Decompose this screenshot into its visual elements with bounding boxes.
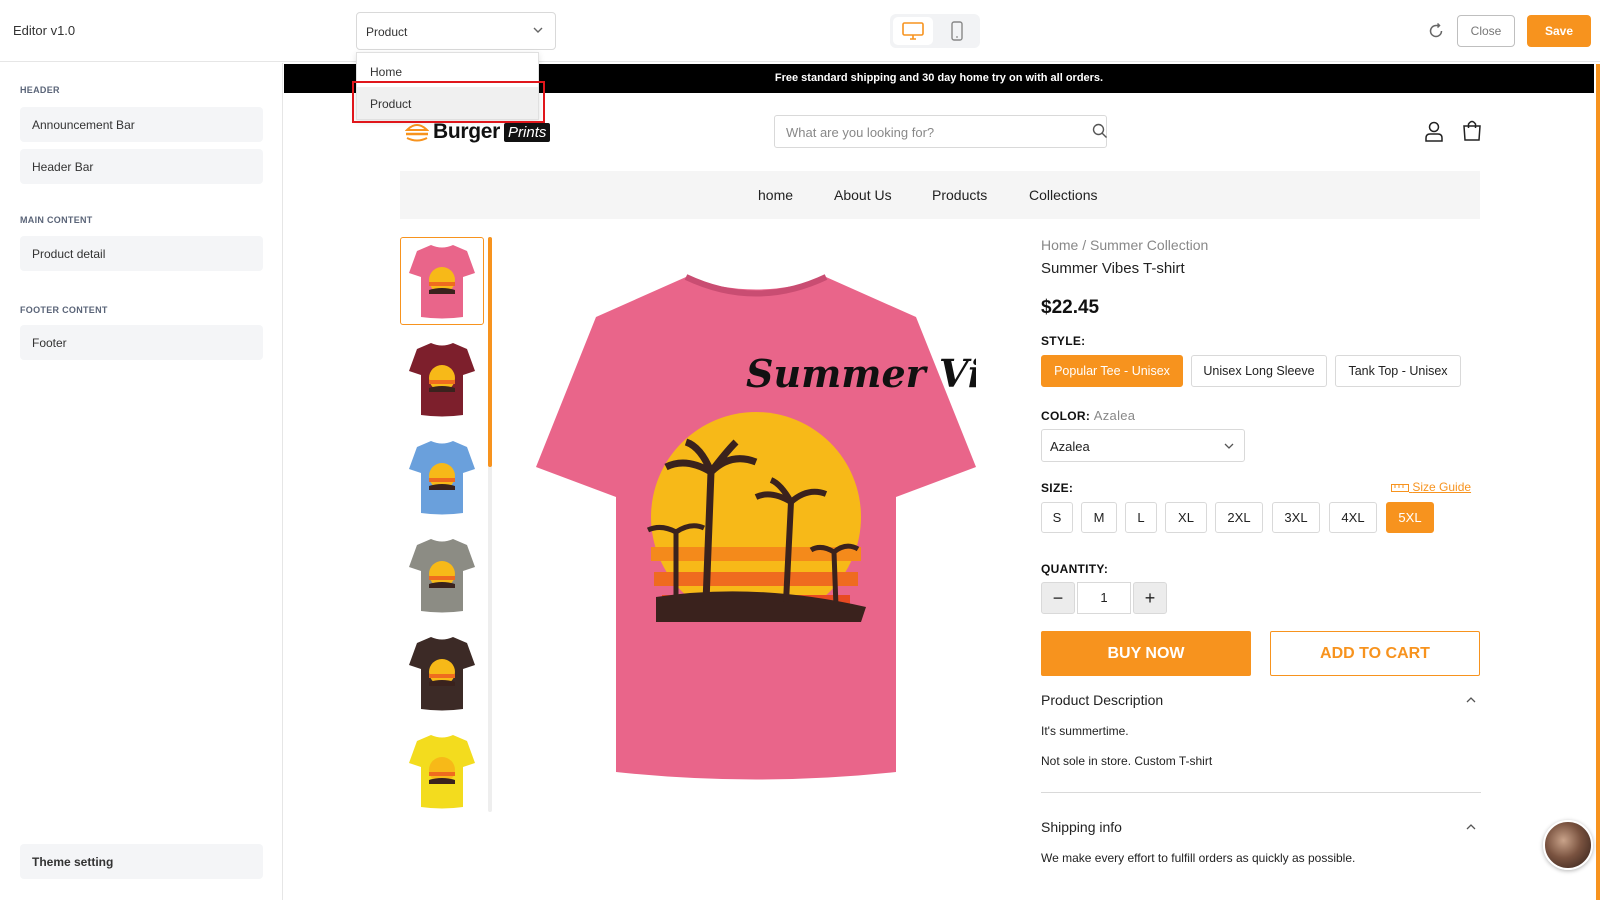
size-option-xl[interactable]: XL: [1165, 502, 1207, 533]
mobile-view-button[interactable]: [937, 17, 977, 45]
store-nav: home About Us Products Collections: [400, 171, 1480, 219]
logo-badge: Prints: [504, 122, 551, 142]
sidebar-item-product-detail[interactable]: Product detail: [20, 236, 263, 271]
refresh-icon: [1429, 22, 1443, 38]
product-thumbnail[interactable]: [400, 237, 484, 325]
product-thumbnail[interactable]: [400, 629, 484, 717]
nav-item-products[interactable]: Products: [932, 187, 987, 203]
color-label-text: COLOR:: [1041, 409, 1091, 423]
close-button[interactable]: Close: [1457, 15, 1515, 47]
tshirt-thumbnail-image: [409, 637, 475, 711]
description-line: Not sole in store. Custom T-shirt: [1041, 754, 1213, 768]
desktop-view-button[interactable]: [893, 17, 933, 45]
tshirt-thumbnail-image: [409, 343, 475, 417]
product-thumbnail[interactable]: [400, 335, 484, 423]
style-option-long-sleeve[interactable]: Unisex Long Sleeve: [1191, 355, 1327, 387]
size-option-l[interactable]: L: [1125, 502, 1157, 533]
canvas-scrollbar[interactable]: [1596, 64, 1600, 900]
buy-now-button[interactable]: BUY NOW: [1041, 631, 1251, 676]
store-search-input[interactable]: What are you looking for?: [774, 115, 1107, 148]
dropdown-option-home[interactable]: Home: [357, 55, 538, 87]
device-toggle: [890, 14, 980, 48]
burger-logo-icon: [405, 124, 429, 142]
quantity-decrement-button[interactable]: −: [1041, 582, 1075, 614]
nav-item-home[interactable]: home: [758, 187, 793, 203]
tshirt-thumbnail-image: [409, 441, 475, 515]
size-option-m[interactable]: M: [1081, 502, 1117, 533]
product-title: Summer Vibes T-shirt: [1041, 260, 1185, 277]
app-title: Editor v1.0: [13, 23, 76, 38]
tshirt-image: Summer Vibes: [536, 274, 976, 780]
logo-word: Burger: [433, 120, 501, 143]
store-logo[interactable]: Burger Prints: [405, 119, 551, 145]
chevron-down-icon: [533, 27, 543, 33]
size-option-3xl[interactable]: 3XL: [1272, 502, 1320, 533]
color-label: COLOR: Azalea: [1041, 408, 1135, 423]
product-main-image[interactable]: Summer Vibes: [518, 237, 994, 812]
mobile-icon: [951, 21, 963, 41]
thumbnail-scroll-thumb[interactable]: [488, 237, 492, 467]
page-dropdown-menu: Home Product: [356, 52, 539, 120]
shipping-info-toggle[interactable]: Shipping info: [1041, 819, 1122, 835]
section-label-main-content: MAIN CONTENT: [20, 215, 93, 225]
accordion-divider: [1041, 792, 1481, 793]
save-button[interactable]: Save: [1527, 15, 1591, 47]
nav-item-about-us[interactable]: About Us: [834, 187, 892, 203]
sidebar-item-header-bar[interactable]: Header Bar: [20, 149, 263, 184]
user-icon[interactable]: [1423, 120, 1445, 142]
section-label-header: HEADER: [20, 85, 60, 95]
preview-canvas: Free standard shipping and 30 day home t…: [284, 64, 1600, 900]
shirt-graphic-text: Summer Vibes: [746, 351, 976, 396]
nav-item-collections[interactable]: Collections: [1029, 187, 1097, 203]
product-description-toggle[interactable]: Product Description: [1041, 692, 1163, 708]
quantity-label: QUANTITY:: [1041, 562, 1109, 576]
chevron-down-icon: [1224, 443, 1234, 449]
style-option-popular-tee[interactable]: Popular Tee - Unisex: [1041, 355, 1183, 387]
dropdown-option-product[interactable]: Product: [357, 87, 538, 119]
size-option-4xl[interactable]: 4XL: [1329, 502, 1377, 533]
sidebar: HEADER Announcement Bar Header Bar MAIN …: [0, 63, 283, 900]
editor-topbar: Editor v1.0 Product Close Save: [0, 0, 1600, 62]
chat-avatar[interactable]: [1543, 820, 1593, 870]
size-option-5xl[interactable]: 5XL: [1386, 502, 1434, 533]
product-thumbnail[interactable]: [400, 433, 484, 521]
tshirt-thumbnail-image: [409, 735, 475, 809]
sidebar-item-theme-setting[interactable]: Theme setting: [20, 844, 263, 879]
style-option-tank-top[interactable]: Tank Top - Unisex: [1335, 355, 1461, 387]
color-select[interactable]: Azalea: [1041, 429, 1245, 462]
sidebar-item-footer[interactable]: Footer: [20, 325, 263, 360]
page-select-value: Product: [366, 25, 408, 39]
size-guide-link[interactable]: Size Guide: [1391, 480, 1471, 494]
quantity-input[interactable]: 1: [1077, 582, 1131, 614]
quantity-increment-button[interactable]: +: [1133, 582, 1167, 614]
chevron-up-icon[interactable]: [1465, 694, 1477, 706]
add-to-cart-button[interactable]: ADD TO CART: [1270, 631, 1480, 676]
breadcrumb[interactable]: Home / Summer Collection: [1041, 237, 1208, 253]
tshirt-thumbnail-image: [409, 245, 475, 319]
desktop-icon: [902, 22, 924, 40]
sidebar-item-announcement-bar[interactable]: Announcement Bar: [20, 107, 263, 142]
size-option-2xl[interactable]: 2XL: [1215, 502, 1263, 533]
page-select[interactable]: Product: [356, 12, 556, 50]
product-price: $22.45: [1041, 297, 1100, 318]
size-option-s[interactable]: S: [1041, 502, 1073, 533]
section-label-footer-content: FOOTER CONTENT: [20, 305, 108, 315]
product-thumbnail[interactable]: [400, 727, 484, 815]
cart-icon[interactable]: [1461, 119, 1483, 141]
shipping-info-text: We make every effort to fulfill orders a…: [1041, 851, 1356, 865]
color-select-value: Azalea: [1050, 439, 1090, 454]
chevron-up-icon[interactable]: [1465, 821, 1477, 833]
style-label: STYLE:: [1041, 334, 1086, 348]
product-thumbnail[interactable]: [400, 531, 484, 619]
tshirt-thumbnail-image: [409, 539, 475, 613]
color-value: Azalea: [1093, 408, 1136, 423]
ruler-icon: [1391, 483, 1409, 492]
size-label: SIZE:: [1041, 481, 1074, 495]
size-guide-text: Size Guide: [1412, 480, 1472, 494]
search-icon[interactable]: [1092, 123, 1108, 139]
description-line: It's summertime.: [1041, 724, 1129, 738]
reset-button[interactable]: [1424, 19, 1448, 43]
